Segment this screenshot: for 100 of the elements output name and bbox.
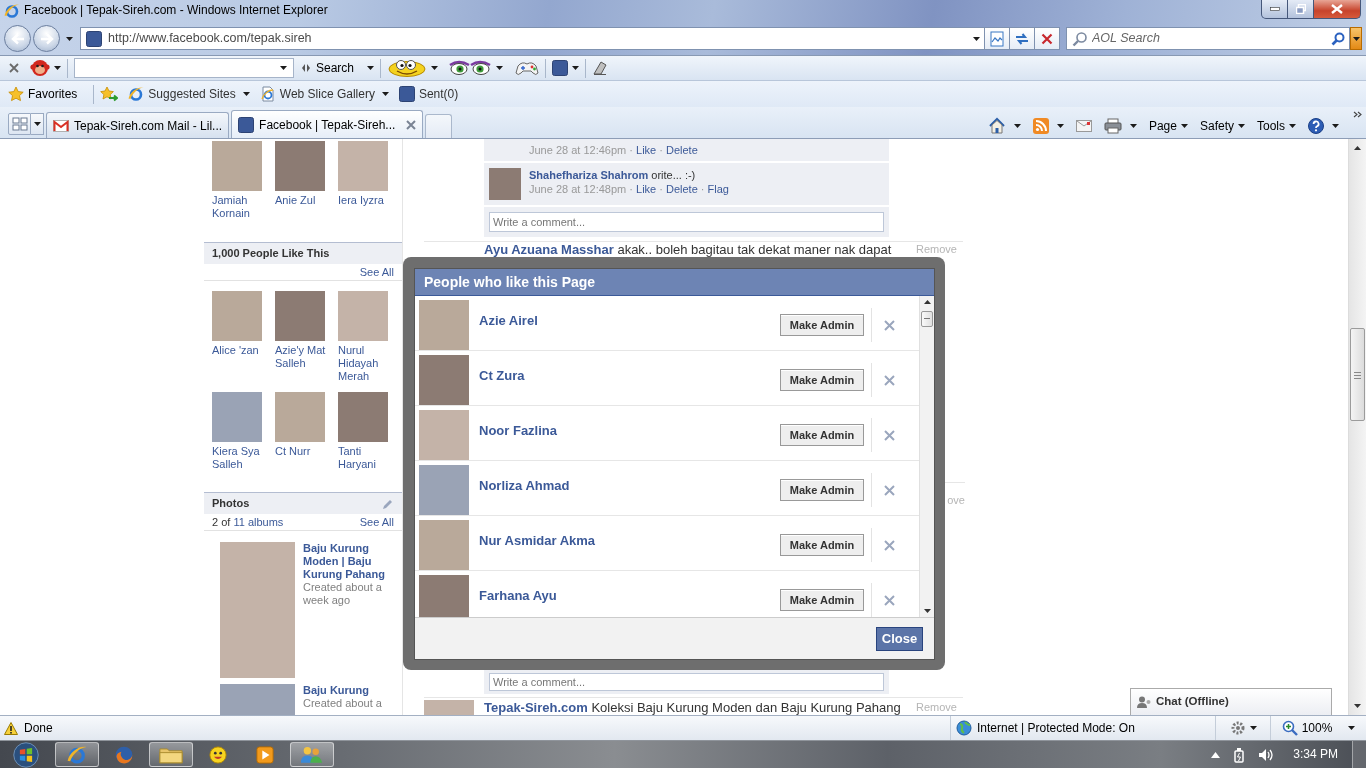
comment-action-link[interactable]: Like: [636, 144, 657, 156]
person-name-link[interactable]: Alice 'zan: [212, 344, 270, 357]
favorites-button[interactable]: Favorites: [8, 86, 78, 102]
close-icon[interactable]: [884, 319, 895, 331]
command-menu-button[interactable]: Page: [1148, 119, 1188, 132]
clock-text[interactable]: 3:34 PM: [1293, 747, 1338, 762]
close-button[interactable]: Close: [876, 626, 923, 651]
new-tab-button[interactable]: [425, 114, 453, 138]
speaker-icon[interactable]: [1258, 747, 1275, 762]
address-bar[interactable]: http://www.facebook.com/tepak.sireh: [80, 27, 985, 50]
see-all-link[interactable]: See All: [359, 264, 394, 280]
command-menu-button[interactable]: Safety: [1199, 119, 1245, 132]
comment-action-link[interactable]: Like: [636, 183, 657, 195]
minimize-button[interactable]: [1261, 0, 1288, 19]
person-name-link[interactable]: Farhana Ayu: [479, 588, 557, 604]
person-name-link[interactable]: Azie Airel: [479, 313, 538, 329]
scrollbar-thumb[interactable]: [1350, 328, 1365, 421]
chevrons-icon[interactable]: [1353, 111, 1362, 118]
smiley-button[interactable]: [387, 59, 439, 77]
search-input-field[interactable]: AOL Search: [1092, 31, 1331, 46]
restore-button[interactable]: [1288, 0, 1314, 19]
arrow-up-icon[interactable]: [1354, 146, 1361, 150]
person-name-link[interactable]: Kiera Sya Salleh: [212, 445, 270, 471]
comment-input-field[interactable]: Write a comment...: [489, 212, 884, 232]
person-name-link[interactable]: Tanti Haryani: [338, 445, 396, 471]
make-admin-button[interactable]: Make Admin: [780, 589, 864, 611]
refresh-button[interactable]: [1010, 27, 1035, 50]
author-link[interactable]: Tepak-Sireh.com: [484, 700, 588, 715]
feeds-button[interactable]: [1032, 117, 1064, 134]
close-button[interactable]: [1314, 0, 1361, 19]
make-admin-button[interactable]: Make Admin: [780, 534, 864, 556]
close-icon[interactable]: [884, 429, 895, 441]
author-link[interactable]: Shahefhariza Shahrom: [529, 169, 649, 181]
eyes-button[interactable]: [448, 60, 504, 76]
forward-button[interactable]: [33, 25, 60, 52]
person-name-link[interactable]: Anie Zul: [275, 194, 333, 207]
url-input-field[interactable]: http://www.facebook.com/tepak.sireh: [108, 31, 973, 46]
taskbar-button[interactable]: [290, 742, 334, 767]
power-plug-icon[interactable]: [1233, 746, 1246, 763]
comment-action-link[interactable]: Flag: [707, 183, 729, 195]
command-menu-button[interactable]: Tools: [1257, 119, 1296, 132]
make-admin-button[interactable]: Make Admin: [780, 479, 864, 501]
person-name-link[interactable]: Jamiah Kornain: [212, 194, 270, 220]
favorites-link[interactable]: Web Slice Gallery: [259, 86, 389, 102]
home-button[interactable]: [987, 116, 1021, 135]
person-name-link[interactable]: Nurul Hidayah Merah: [338, 344, 396, 383]
comment-action-link[interactable]: Delete: [666, 183, 698, 195]
album-title-link[interactable]: Baju Kurung Moden | Baju Kurung Pahang: [303, 542, 385, 581]
zoom-button[interactable]: 100%: [1281, 720, 1356, 736]
make-admin-button[interactable]: Make Admin: [780, 369, 864, 391]
search-button[interactable]: Search: [316, 62, 375, 74]
print-button[interactable]: [1103, 117, 1137, 134]
person-name-link[interactable]: Azie'y Mat Salleh: [275, 344, 333, 370]
add-favorite-button[interactable]: [100, 86, 119, 102]
album-title-link[interactable]: Baju Kurung: [303, 684, 385, 697]
close-icon[interactable]: [884, 374, 895, 386]
triangle-up-icon[interactable]: [1211, 751, 1221, 758]
favorites-link[interactable]: Suggested Sites: [128, 86, 250, 102]
pencil-icon[interactable]: [382, 497, 394, 510]
person-name-link[interactable]: Nur Asmidar Akma: [479, 533, 596, 549]
close-icon[interactable]: [406, 119, 417, 130]
close-icon[interactable]: [884, 484, 895, 496]
arrow-up-icon[interactable]: [923, 300, 931, 304]
close-icon[interactable]: [884, 539, 895, 551]
person-name-link[interactable]: Noor Fazlina: [479, 423, 557, 439]
toolbar-search-field[interactable]: [74, 58, 294, 78]
stop-button[interactable]: [1035, 27, 1060, 50]
author-link[interactable]: Ayu Azuana Masshar: [484, 242, 614, 257]
search-box[interactable]: AOL Search: [1066, 27, 1350, 50]
see-all-link[interactable]: See All: [359, 514, 394, 530]
person-name-link[interactable]: Ct Zura: [479, 368, 525, 384]
albums-link[interactable]: 11 albums: [233, 516, 284, 528]
read-mail-button[interactable]: [1075, 119, 1092, 132]
comment-input-field[interactable]: Write a comment...: [489, 673, 884, 691]
eraser-button[interactable]: [592, 60, 609, 76]
protected-mode-button[interactable]: [1229, 720, 1257, 736]
tab-list-button[interactable]: [31, 113, 44, 135]
make-admin-button[interactable]: Make Admin: [780, 424, 864, 446]
search-options-button[interactable]: [1350, 27, 1362, 50]
games-button[interactable]: [515, 59, 540, 77]
toolbar-menu-button[interactable]: [30, 59, 61, 77]
favorites-link[interactable]: Sent(0): [398, 86, 459, 102]
make-admin-button[interactable]: Make Admin: [780, 314, 864, 336]
browser-tab[interactable]: Facebook | Tepak-Sireh...: [231, 110, 424, 138]
person-name-link[interactable]: Iera Iyzra: [338, 194, 396, 207]
social-button[interactable]: [552, 60, 580, 76]
chat-bar[interactable]: Chat (Offline): [1130, 688, 1332, 715]
close-icon[interactable]: [884, 594, 895, 606]
person-name-link[interactable]: Norliza Ahmad: [479, 478, 570, 494]
comment-action-link[interactable]: Delete: [666, 144, 698, 156]
show-desktop-button[interactable]: [1352, 741, 1366, 768]
compatibility-button[interactable]: [985, 27, 1010, 50]
arrow-down-icon[interactable]: [923, 609, 931, 613]
taskbar-button[interactable]: [55, 742, 99, 767]
scrollbar-thumb[interactable]: [921, 311, 933, 327]
help-button[interactable]: [1308, 117, 1339, 134]
browser-tab[interactable]: Tepak-Sireh.com Mail - Lil...: [46, 112, 230, 138]
arrow-down-icon[interactable]: [1354, 704, 1361, 708]
close-toolbar-button[interactable]: [9, 63, 19, 73]
person-name-link[interactable]: Ct Nurr: [275, 445, 333, 458]
